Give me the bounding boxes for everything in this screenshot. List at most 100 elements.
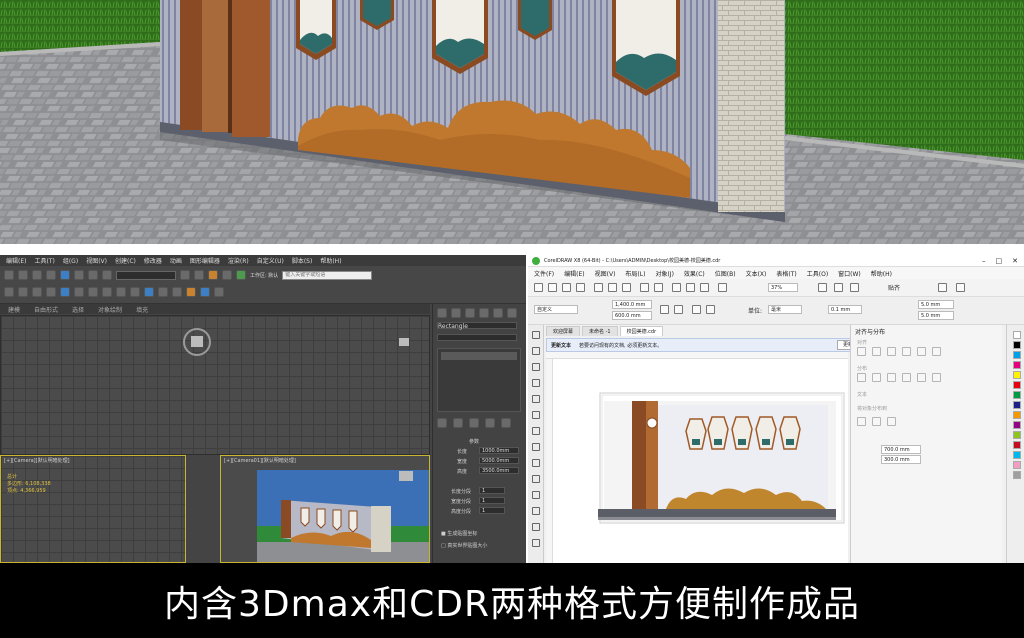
max-menu-item[interactable]: 组(G) (63, 256, 78, 265)
max-menu-item[interactable]: 视图(V) (86, 256, 107, 265)
swatch-white[interactable] (1013, 331, 1021, 339)
maximize-icon[interactable]: □ (996, 257, 1003, 265)
horizontal-ruler[interactable] (546, 352, 848, 359)
print-icon[interactable] (576, 283, 585, 292)
page-height-field[interactable]: 600.0 mm (612, 311, 652, 320)
schematic-icon[interactable] (172, 287, 182, 297)
landscape-icon[interactable] (674, 305, 683, 314)
link-icon[interactable] (32, 270, 42, 280)
drawing-canvas[interactable] (546, 352, 848, 563)
publish-pdf-icon[interactable] (718, 283, 727, 292)
tab-modeling[interactable]: 建模 (8, 305, 20, 314)
paper-type-select[interactable]: 自定义 (534, 305, 578, 314)
new-icon[interactable] (534, 283, 543, 292)
distribute-spacing-icon[interactable] (887, 373, 896, 382)
cdr-menu-item[interactable]: 位图(B) (715, 269, 736, 278)
max-menu-item[interactable]: 渲染(R) (228, 256, 249, 265)
move-icon[interactable] (74, 270, 84, 280)
width-segs-field[interactable]: 1 (479, 497, 505, 504)
zoom-tool-icon[interactable] (532, 379, 540, 387)
freehand-tool-icon[interactable] (532, 395, 540, 403)
swatch-cyan[interactable] (1013, 351, 1021, 359)
rotate-icon[interactable] (88, 270, 98, 280)
render-setup-icon[interactable] (222, 270, 232, 280)
snap-icon[interactable] (180, 270, 190, 280)
cdr-menu-item[interactable]: 文本(X) (746, 269, 767, 278)
width-field[interactable]: 5000.0mm (479, 457, 519, 464)
display-tab-icon[interactable] (493, 308, 503, 318)
vertical-ruler[interactable] (546, 359, 553, 563)
artistic-media-icon[interactable] (532, 411, 540, 419)
align-middle-icon[interactable] (917, 347, 926, 356)
swatch-orange[interactable] (1013, 411, 1021, 419)
docker-y-field[interactable]: 300.0 mm (881, 455, 921, 464)
snap-to-label[interactable]: 贴齐 (888, 283, 900, 292)
to-page-center-icon[interactable] (887, 417, 896, 426)
distribute-right-icon[interactable] (902, 373, 911, 382)
height-segs-field[interactable]: 1 (479, 507, 505, 514)
modifier-list-field[interactable] (437, 334, 517, 341)
angle-snap-icon[interactable] (194, 270, 204, 280)
render-frame-icon[interactable] (200, 287, 210, 297)
modify-tab-icon[interactable] (451, 308, 461, 318)
distribute-left-icon[interactable] (857, 373, 866, 382)
max-menu-item[interactable]: 自定义(U) (257, 256, 284, 265)
search-icon[interactable] (672, 283, 681, 292)
to-page-edge-icon[interactable] (872, 417, 881, 426)
open-icon[interactable] (548, 283, 557, 292)
duplicate-x-field[interactable]: 5.0 mm (918, 300, 954, 309)
launch-icon[interactable] (956, 283, 965, 292)
search-input[interactable]: 键入关键字或短语 (282, 270, 373, 280)
hierarchy-tab-icon[interactable] (465, 308, 475, 318)
workspace-label[interactable]: 工作区: 默认 (250, 272, 278, 279)
parallel-dim-icon[interactable] (532, 491, 540, 499)
swatch-gray[interactable] (1013, 471, 1021, 479)
window-crossing-icon[interactable] (46, 287, 56, 297)
layer-icon[interactable] (144, 287, 154, 297)
align-top-icon[interactable] (902, 347, 911, 356)
configure-sets-icon[interactable] (501, 418, 511, 428)
unit-select[interactable]: 毫米 (768, 305, 802, 314)
rectangle-tool-icon[interactable] (532, 427, 540, 435)
max-menu-item[interactable]: 工具(T) (34, 256, 54, 265)
select-by-name-icon[interactable] (18, 287, 28, 297)
viewport-camera-render[interactable]: [+][Camera01][默认明暗处理] (220, 455, 430, 563)
swatch-yellow[interactable] (1013, 371, 1021, 379)
create-tab-icon[interactable] (437, 308, 447, 318)
align-right-icon[interactable] (887, 347, 896, 356)
mirror-icon[interactable] (116, 287, 126, 297)
scale-icon[interactable] (102, 270, 112, 280)
import-icon[interactable] (686, 283, 695, 292)
tab-object-paint[interactable]: 对象绘制 (98, 305, 122, 314)
distribute-center-icon[interactable] (872, 373, 881, 382)
show-end-result-icon[interactable] (453, 418, 463, 428)
tab-populate[interactable]: 填充 (136, 305, 148, 314)
quick-render-icon[interactable] (214, 287, 224, 297)
swatch-purple[interactable] (1013, 421, 1021, 429)
export-icon[interactable] (700, 283, 709, 292)
to-active-object-icon[interactable] (857, 417, 866, 426)
eyedropper-icon[interactable] (532, 523, 540, 531)
copy-icon[interactable] (608, 283, 617, 292)
cdr-menu-item[interactable]: 布局(L) (625, 269, 645, 278)
redo-icon[interactable] (18, 270, 28, 280)
place-icon[interactable] (102, 287, 112, 297)
rect-select-icon[interactable] (32, 287, 42, 297)
minimize-icon[interactable]: – (982, 257, 986, 265)
length-segs-field[interactable]: 1 (479, 487, 505, 494)
unlink-icon[interactable] (46, 270, 56, 280)
swatch-lime[interactable] (1013, 431, 1021, 439)
swatch-crimson[interactable] (1013, 441, 1021, 449)
shape-tool-icon[interactable] (532, 347, 540, 355)
height-field[interactable]: 3500.0mm (479, 467, 519, 474)
swatch-sky[interactable] (1013, 451, 1021, 459)
swatch-magenta[interactable] (1013, 361, 1021, 369)
crop-tool-icon[interactable] (532, 363, 540, 371)
distribute-bottom-icon[interactable] (932, 373, 941, 382)
material-icon[interactable] (186, 287, 196, 297)
options-icon[interactable] (938, 283, 947, 292)
zoom-field[interactable]: 37% (768, 283, 798, 292)
cdr-menu-item[interactable]: 工具(O) (807, 269, 828, 278)
connector-tool-icon[interactable] (532, 507, 540, 515)
tab-freeform[interactable]: 自由形式 (34, 305, 58, 314)
